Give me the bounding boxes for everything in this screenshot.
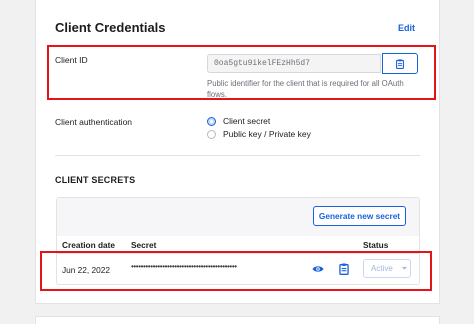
radio-button-checked[interactable]: [207, 116, 216, 126]
edit-link[interactable]: Edit: [398, 23, 415, 33]
radio-label: Public key / Private key: [223, 129, 311, 139]
section-divider: [55, 155, 420, 156]
radio-client-secret[interactable]: Client secret: [207, 116, 270, 126]
generate-new-secret-button[interactable]: Generate new secret: [313, 206, 406, 226]
highlight-box-secret-row: [40, 251, 432, 291]
highlight-box-client-id: [47, 45, 436, 100]
column-header-secret: Secret: [131, 240, 157, 250]
client-secrets-title: CLIENT SECRETS: [55, 175, 136, 185]
radio-public-private-key[interactable]: Public key / Private key: [207, 129, 311, 139]
next-section-card: [35, 316, 440, 324]
radio-button[interactable]: [207, 129, 216, 139]
radio-label: Client secret: [223, 116, 271, 126]
column-header-creation-date: Creation date: [62, 240, 116, 250]
column-header-status: Status: [363, 240, 389, 250]
client-auth-label: Client authentication: [55, 117, 133, 127]
section-title: Client Credentials: [55, 20, 166, 35]
